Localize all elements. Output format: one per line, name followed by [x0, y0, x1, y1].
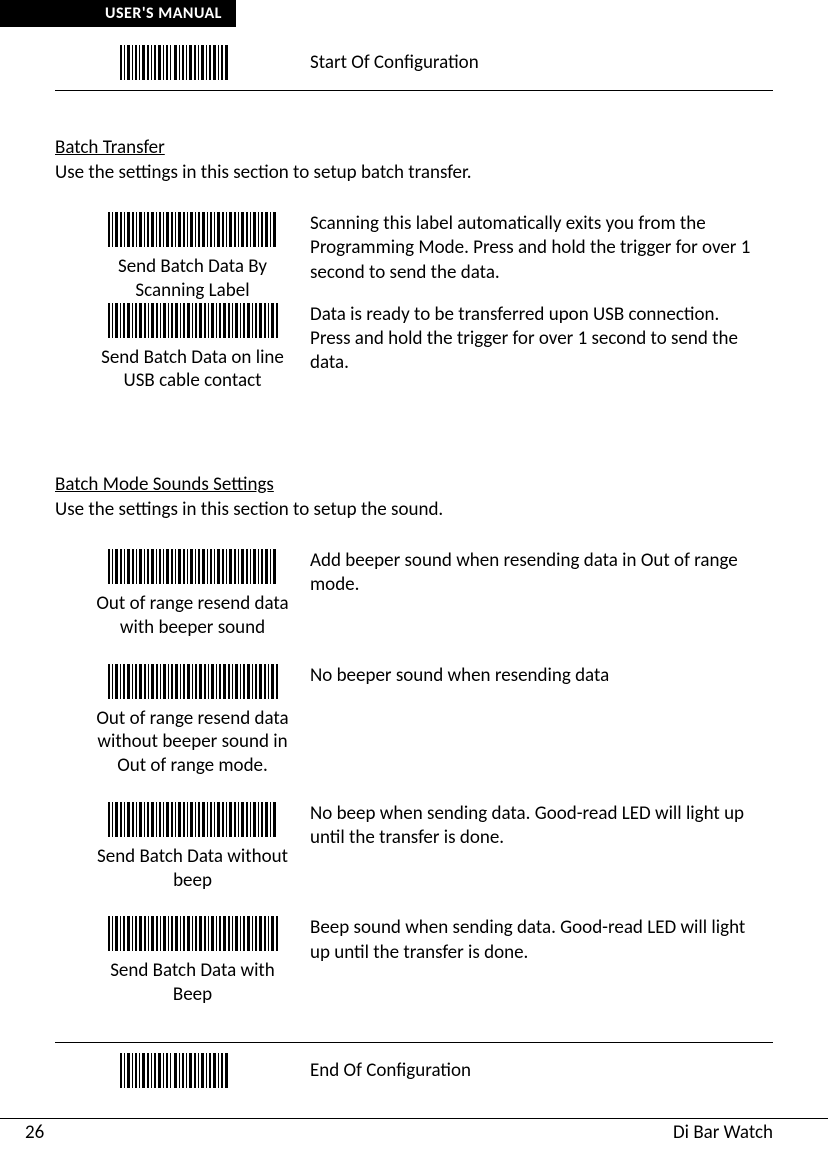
item-desc: Add beeper sound when resending data in …: [310, 549, 773, 598]
barcode-caption: Out of range resend data without beeper …: [90, 707, 295, 778]
divider: [55, 90, 773, 91]
barcode-icon: [108, 916, 278, 951]
item-desc: Data is ready to be transferred upon USB…: [310, 303, 773, 376]
item-desc: No beep when sending data. Good-read LED…: [310, 802, 773, 851]
barcode-caption: Send Batch Data By Scanning Label: [90, 255, 295, 303]
section-batch-sounds: Batch Mode Sounds Settings Use the setti…: [55, 473, 773, 1007]
barcode-caption: Send Batch Data on line USB cable contac…: [90, 346, 295, 394]
section-batch-transfer: Batch Transfer Use the settings in this …: [55, 136, 773, 393]
section-desc: Use the settings in this section to setu…: [55, 498, 773, 521]
sound-item: Out of range resend data without beeper …: [55, 664, 773, 778]
section-heading: Batch Mode Sounds Settings: [55, 473, 773, 496]
barcode-icon: [120, 45, 230, 80]
barcode-icon: [108, 664, 278, 699]
barcode-caption: Out of range resend data with beeper sou…: [90, 592, 295, 640]
barcode-caption: Send Batch Data without beep: [90, 845, 295, 893]
batch-item: Send Batch Data on line USB cable contac…: [55, 303, 773, 394]
header-tab: USER'S MANUAL: [0, 0, 236, 27]
end-config-label: End Of Configuration: [310, 1059, 471, 1082]
doc-title: Di Bar Watch: [673, 1121, 773, 1144]
page-number: 26: [25, 1121, 44, 1144]
section-desc: Use the settings in this section to setu…: [55, 161, 773, 184]
sound-item: Out of range resend data with beeper sou…: [55, 549, 773, 640]
sound-item: Send Batch Data without beep No beep whe…: [55, 802, 773, 893]
batch-item: Send Batch Data By Scanning Label Scanni…: [55, 212, 773, 303]
section-heading: Batch Transfer: [55, 136, 773, 159]
item-desc: No beeper sound when resending data: [310, 664, 773, 688]
item-desc: Scanning this label automatically exits …: [310, 212, 773, 285]
end-config-row: End Of Configuration: [55, 1043, 773, 1096]
barcode-icon: [108, 212, 278, 247]
barcode-icon: [108, 549, 278, 584]
item-desc: Beep sound when sending data. Good-read …: [310, 916, 773, 965]
barcode-caption: Send Batch Data with Beep: [90, 959, 295, 1007]
page-footer: 26 Di Bar Watch: [0, 1118, 828, 1144]
start-config-row: Start Of Configuration: [55, 27, 773, 90]
sound-item: Send Batch Data with Beep Beep sound whe…: [55, 916, 773, 1007]
barcode-icon: [108, 303, 278, 338]
start-config-label: Start Of Configuration: [310, 51, 479, 74]
barcode-icon: [120, 1053, 230, 1088]
barcode-icon: [108, 802, 278, 837]
